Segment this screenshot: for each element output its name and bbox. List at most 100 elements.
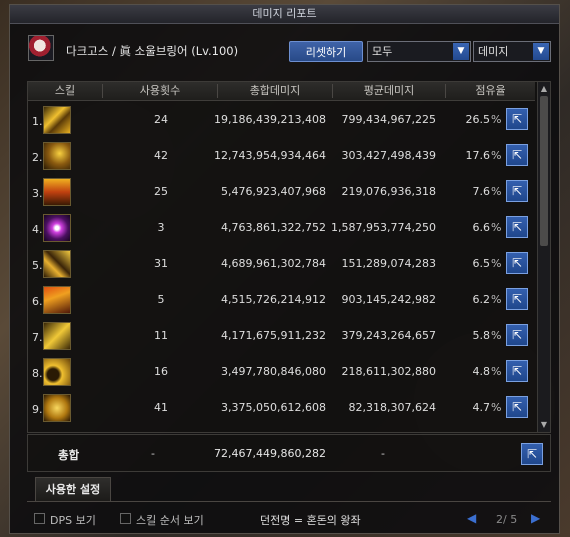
table-row: 9. 41 3,375,050,612,608 82,318,307,624 4…	[28, 390, 535, 425]
total-average: -	[381, 447, 385, 460]
mode-select[interactable]: 데미지 ▼	[473, 41, 551, 62]
row-share: 7.6	[472, 185, 491, 198]
row-uses: 25	[154, 185, 168, 198]
table-row: 3. 25 5,476,923,407,968 219,076,936,318 …	[28, 174, 535, 209]
total-label: 총합	[58, 448, 80, 462]
share-icon: ⇱	[511, 364, 523, 378]
skill-fist-icon	[43, 394, 71, 422]
dungeon-name: 던전명 = 혼돈의 왕좌	[260, 514, 361, 527]
row-share: 6.2	[472, 293, 491, 306]
filter-select[interactable]: 모두 ▼	[367, 41, 471, 62]
row-average-damage: 379,243,264,657	[341, 329, 436, 342]
share-button[interactable]: ⇱	[506, 216, 528, 238]
col-skill: 스킬	[54, 84, 76, 97]
scroll-down-icon[interactable]: ▼	[539, 420, 549, 430]
character-bar: 다크고스 / 眞 소울브링어 (Lv.100) 리셋하기 모두 ▼ 데미지 ▼	[10, 31, 559, 62]
row-uses: 3	[157, 221, 165, 234]
share-button[interactable]: ⇱	[506, 360, 528, 382]
skill-table: 스킬 사용횟수 총합데미지 평균데미지 점유율 1. 24 19,186,439…	[27, 81, 551, 433]
share-icon: ⇱	[526, 447, 538, 461]
mode-select-value: 데미지	[478, 45, 509, 58]
row-total-damage: 4,689,961,302,784	[221, 257, 326, 270]
share-button[interactable]: ⇱	[506, 108, 528, 130]
share-icon: ⇱	[511, 220, 523, 234]
row-uses: 11	[154, 329, 168, 342]
row-percent-sign: %	[491, 329, 502, 342]
row-percent-sign: %	[491, 113, 502, 126]
row-uses: 16	[154, 365, 168, 378]
page-indicator: 2/ 5	[496, 513, 518, 526]
share-button[interactable]: ⇱	[506, 180, 528, 202]
share-icon: ⇱	[511, 112, 523, 126]
character-avatar	[28, 35, 54, 61]
table-row: 5. 31 4,689,961,302,784 151,289,074,283 …	[28, 246, 535, 281]
table-row: 6. 5 4,515,726,214,912 903,145,242,982 6…	[28, 282, 535, 317]
row-share: 5.8	[472, 329, 491, 342]
row-uses: 41	[154, 401, 168, 414]
divider	[27, 501, 551, 502]
share-button[interactable]: ⇱	[506, 144, 528, 166]
next-page-icon[interactable]: ▶	[531, 511, 540, 525]
filter-select-value: 모두	[372, 45, 393, 58]
share-button[interactable]: ⇱	[506, 288, 528, 310]
row-share: 4.7	[472, 401, 491, 414]
row-uses: 5	[157, 293, 165, 306]
row-total-damage: 5,476,923,407,968	[221, 185, 326, 198]
skill-vortex-icon	[43, 142, 71, 170]
skill-order-checkbox[interactable]	[120, 513, 131, 524]
row-uses: 42	[154, 149, 168, 162]
row-total-damage: 19,186,439,213,408	[214, 113, 326, 126]
row-total-damage: 4,171,675,911,232	[221, 329, 326, 342]
skill-flame-icon	[43, 178, 71, 206]
bottom-bar: DPS 보기 스킬 순서 보기 던전명 = 혼돈의 왕좌 ◀ 2/ 5 ▶	[10, 505, 559, 533]
window-title: 데미지 리포트	[10, 5, 559, 24]
total-row: 총합 - 72,467,449,860,282 - ⇱	[27, 434, 551, 472]
chevron-down-icon: ▼	[533, 43, 549, 60]
row-average-damage: 799,434,967,225	[341, 113, 436, 126]
row-percent-sign: %	[491, 365, 502, 378]
tab-used-settings[interactable]: 사용한 설정	[35, 477, 111, 501]
row-percent-sign: %	[491, 185, 502, 198]
table-row: 4. 3 4,763,861,322,752 1,587,953,774,250…	[28, 210, 535, 245]
col-total: 총합데미지	[249, 84, 301, 97]
share-button[interactable]: ⇱	[506, 324, 528, 346]
row-uses: 31	[154, 257, 168, 270]
share-button[interactable]: ⇱	[506, 396, 528, 418]
skill-crescent-icon	[43, 358, 71, 386]
row-uses: 24	[154, 113, 168, 126]
dps-checkbox[interactable]	[34, 513, 45, 524]
row-share: 6.6	[472, 221, 491, 234]
share-icon: ⇱	[511, 256, 523, 270]
row-average-damage: 303,427,498,439	[341, 149, 436, 162]
scroll-thumb[interactable]	[540, 96, 548, 246]
row-percent-sign: %	[491, 221, 502, 234]
reset-button[interactable]: 리셋하기	[289, 41, 363, 62]
share-icon: ⇱	[511, 400, 523, 414]
row-average-damage: 218,611,302,880	[341, 365, 436, 378]
share-button[interactable]: ⇱	[506, 252, 528, 274]
row-share: 26.5	[465, 113, 491, 126]
skill-burst-icon	[43, 214, 71, 242]
scrollbar[interactable]: ▲ ▼	[537, 82, 550, 432]
row-percent-sign: %	[491, 149, 502, 162]
table-row: 8. 16 3,497,780,846,080 218,611,302,880 …	[28, 354, 535, 389]
skill-spike-icon	[43, 286, 71, 314]
share-total-button[interactable]: ⇱	[521, 443, 543, 465]
share-icon: ⇱	[511, 184, 523, 198]
row-total-damage: 4,515,726,214,912	[221, 293, 326, 306]
table-row: 7. 11 4,171,675,911,232 379,243,264,657 …	[28, 318, 535, 353]
row-total-damage: 3,375,050,612,608	[221, 401, 326, 414]
row-percent-sign: %	[491, 257, 502, 270]
share-icon: ⇱	[511, 148, 523, 162]
chevron-down-icon: ▼	[453, 43, 469, 60]
row-share: 4.8	[472, 365, 491, 378]
total-uses: -	[151, 447, 155, 460]
skill-slash-icon	[43, 106, 71, 134]
prev-page-icon[interactable]: ◀	[467, 511, 476, 525]
scroll-up-icon[interactable]: ▲	[539, 84, 549, 94]
row-average-damage: 151,289,074,283	[341, 257, 436, 270]
table-header: 스킬 사용횟수 총합데미지 평균데미지 점유율	[28, 82, 535, 101]
row-percent-sign: %	[491, 401, 502, 414]
dps-label: DPS 보기	[50, 514, 96, 527]
row-total-damage: 3,497,780,846,080	[221, 365, 326, 378]
